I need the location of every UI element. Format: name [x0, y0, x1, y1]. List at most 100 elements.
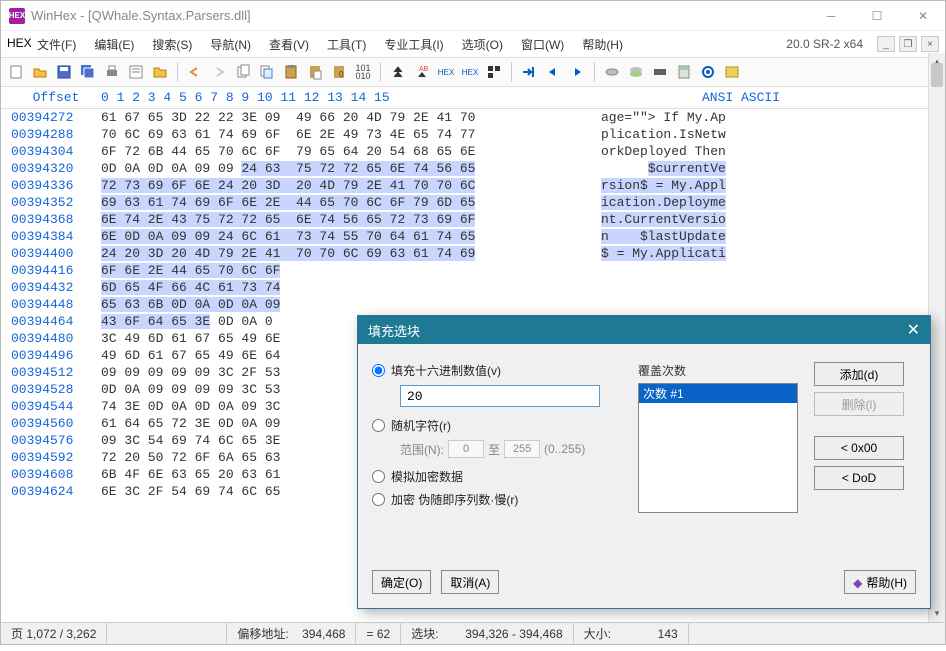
dialog-close-icon[interactable]: ✕ [907, 320, 920, 340]
hex-row[interactable]: 0039435269 63 61 74 69 6F 6E 2E 44 65 70… [1, 194, 945, 211]
hex-row[interactable]: 003944326D 65 4F 66 4C 61 73 74 [1, 279, 945, 296]
ascii-cell[interactable]: rsion$ = My.Appl [581, 177, 881, 194]
dod-button[interactable]: < DoD [814, 466, 904, 490]
ascii-cell[interactable]: $ = My.Applicati [581, 245, 881, 262]
menu-tools[interactable]: 工具(T) [319, 33, 374, 56]
ascii-cell[interactable] [581, 262, 881, 279]
radio-enc[interactable] [372, 493, 385, 506]
radio-hex-row[interactable]: 填充十六进制数值(v) [372, 362, 622, 379]
hex-row[interactable]: 003944166F 6E 2E 44 65 70 6C 6F [1, 262, 945, 279]
menu-help[interactable]: 帮助(H) [574, 33, 631, 56]
ram-icon[interactable] [649, 61, 671, 83]
hex-cell[interactable]: 6F 6E 2E 44 65 70 6C 6F [101, 262, 581, 279]
radio-random[interactable] [372, 419, 385, 432]
menu-edit[interactable]: 编辑(E) [86, 33, 142, 56]
more-icon[interactable] [721, 61, 743, 83]
minimize-button[interactable]: ─ [817, 6, 845, 26]
print-icon[interactable] [101, 61, 123, 83]
ascii-cell[interactable]: age=""> If My.Ap [581, 109, 881, 126]
scroll-thumb[interactable] [931, 63, 943, 87]
findtext-icon[interactable]: AB [411, 61, 433, 83]
radio-sim-row[interactable]: 模拟加密数据 [372, 468, 622, 485]
forward-icon[interactable] [566, 61, 588, 83]
new-icon[interactable] [5, 61, 27, 83]
paste3-icon[interactable]: 0 [328, 61, 350, 83]
mdi-minimize[interactable]: _ [877, 36, 895, 52]
add-button[interactable]: 添加(d) [814, 362, 904, 386]
scroll-down-icon[interactable]: ▾ [929, 605, 945, 622]
findhex-icon[interactable]: HEX [435, 61, 457, 83]
hex-cell[interactable]: 6E 74 2E 43 75 72 72 65 6E 74 56 65 72 7… [101, 211, 581, 228]
ascii-cell[interactable]: ication.Deployme [581, 194, 881, 211]
ok-button[interactable]: 确定(O) [372, 570, 431, 594]
hex-value-input[interactable] [400, 385, 600, 407]
hex-row[interactable]: 0039427261 67 65 3D 22 22 3E 09 49 66 20… [1, 109, 945, 126]
close-button[interactable]: ✕ [909, 6, 937, 26]
disk2-icon[interactable] [625, 61, 647, 83]
goto-icon[interactable] [518, 61, 540, 83]
insp-icon[interactable] [697, 61, 719, 83]
ascii-cell[interactable] [581, 279, 881, 296]
copy-icon[interactable] [232, 61, 254, 83]
menu-options[interactable]: 选项(O) [454, 33, 511, 56]
zero-button[interactable]: < 0x00 [814, 436, 904, 460]
hex-cell[interactable]: 24 20 3D 20 4D 79 2E 41 70 70 6C 69 63 6… [101, 245, 581, 262]
binary-icon[interactable]: 101010 [352, 61, 374, 83]
menu-pro[interactable]: 专业工具(I) [376, 33, 451, 56]
disk-icon[interactable] [601, 61, 623, 83]
mdi-close[interactable]: × [921, 36, 939, 52]
folder-icon[interactable] [149, 61, 171, 83]
findhex2-icon[interactable]: HEX [459, 61, 481, 83]
hex-cell[interactable]: 6E 0D 0A 09 09 24 6C 61 73 74 55 70 64 6… [101, 228, 581, 245]
menu-view[interactable]: 查看(V) [261, 33, 317, 56]
hex-row[interactable]: 003943846E 0D 0A 09 09 24 6C 61 73 74 55… [1, 228, 945, 245]
properties-icon[interactable] [125, 61, 147, 83]
hex-cell[interactable]: 61 67 65 3D 22 22 3E 09 49 66 20 4D 79 2… [101, 109, 581, 126]
pass-item-1[interactable]: 次数 #1 [639, 384, 797, 403]
hex-row[interactable]: 0039433672 73 69 6F 6E 24 20 3D 20 4D 79… [1, 177, 945, 194]
hex-cell[interactable]: 6D 65 4F 66 4C 61 73 74 [101, 279, 581, 296]
radio-sim[interactable] [372, 470, 385, 483]
ascii-cell[interactable]: plication.IsNetw [581, 126, 881, 143]
hex-row[interactable]: 0039444865 63 6B 0D 0A 0D 0A 09 [1, 296, 945, 313]
hex-cell[interactable]: 72 73 69 6F 6E 24 20 3D 20 4D 79 2E 41 7… [101, 177, 581, 194]
save-icon[interactable] [53, 61, 75, 83]
paste2-icon[interactable] [304, 61, 326, 83]
hex-row[interactable]: 003943686E 74 2E 43 75 72 72 65 6E 74 56… [1, 211, 945, 228]
saveall-icon[interactable] [77, 61, 99, 83]
open-icon[interactable] [29, 61, 51, 83]
redo-icon[interactable] [208, 61, 230, 83]
findmulti-icon[interactable] [483, 61, 505, 83]
hex-row[interactable]: 003943200D 0A 0D 0A 09 09 24 63 75 72 72… [1, 160, 945, 177]
hex-cell[interactable]: 70 6C 69 63 61 74 69 6F 6E 2E 49 73 4E 6… [101, 126, 581, 143]
help-button[interactable]: ◆帮助(H) [844, 570, 916, 594]
ascii-cell[interactable]: $currentVe [581, 160, 881, 177]
copy2-icon[interactable] [256, 61, 278, 83]
mdi-restore[interactable]: ❐ [899, 36, 917, 52]
hex-row[interactable]: 0039440024 20 3D 20 4D 79 2E 41 70 70 6C… [1, 245, 945, 262]
ascii-cell[interactable]: orkDeployed Then [581, 143, 881, 160]
maximize-button[interactable]: ☐ [863, 6, 891, 26]
radio-enc-row[interactable]: 加密 伪随即序列数·慢(r) [372, 491, 622, 508]
paste-icon[interactable] [280, 61, 302, 83]
undo-icon[interactable] [184, 61, 206, 83]
dialog-titlebar[interactable]: 填充选块 ✕ [358, 316, 930, 344]
menu-window[interactable]: 窗口(W) [513, 33, 572, 56]
find-icon[interactable] [387, 61, 409, 83]
ascii-cell[interactable]: n $lastUpdate [581, 228, 881, 245]
hex-cell[interactable]: 0D 0A 0D 0A 09 09 24 63 75 72 72 65 6E 7… [101, 160, 581, 177]
ascii-cell[interactable] [581, 296, 881, 313]
menu-nav[interactable]: 导航(N) [202, 33, 259, 56]
hex-row[interactable]: 003943046F 72 6B 44 65 70 6C 6F 79 65 64… [1, 143, 945, 160]
back-icon[interactable] [542, 61, 564, 83]
menu-file[interactable]: 文件(F) [29, 33, 84, 56]
calc-icon[interactable] [673, 61, 695, 83]
radio-hex[interactable] [372, 364, 385, 377]
menu-search[interactable]: 搜索(S) [144, 33, 200, 56]
cancel-button[interactable]: 取消(A) [441, 570, 499, 594]
radio-random-row[interactable]: 随机字符(r) [372, 417, 622, 434]
ascii-cell[interactable]: nt.CurrentVersio [581, 211, 881, 228]
hex-cell[interactable]: 69 63 61 74 69 6F 6E 2E 44 65 70 6C 6F 7… [101, 194, 581, 211]
hex-cell[interactable]: 6F 72 6B 44 65 70 6C 6F 79 65 64 20 54 6… [101, 143, 581, 160]
hex-row[interactable]: 0039428870 6C 69 63 61 74 69 6F 6E 2E 49… [1, 126, 945, 143]
